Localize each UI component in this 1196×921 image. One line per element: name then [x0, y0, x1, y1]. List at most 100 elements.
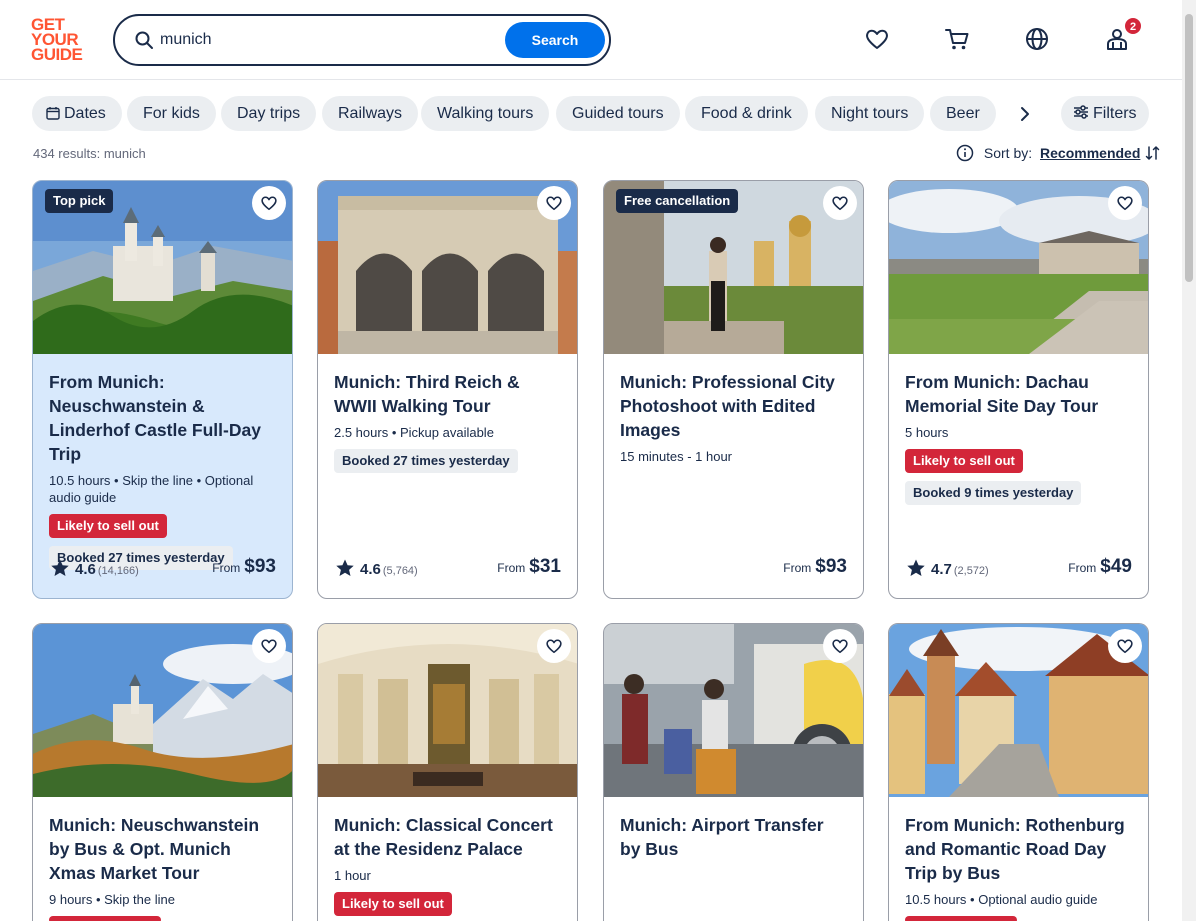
- activity-card[interactable]: Munich: Classical Concert at the Residen…: [317, 623, 578, 921]
- logo-line-3: GUIDE: [31, 45, 83, 64]
- chip-day-trips[interactable]: Day trips: [221, 96, 317, 131]
- card-meta: 15 minutes - 1 hour: [620, 449, 733, 464]
- card-title[interactable]: Munich: Airport Transfer by Bus: [620, 813, 847, 861]
- activity-card[interactable]: Free cancellation Munich: Professional C…: [603, 180, 864, 599]
- search-input[interactable]: [160, 26, 490, 54]
- getyourguide-logo[interactable]: GET YOUR GUIDE: [31, 16, 89, 64]
- review-count: (2,572): [953, 565, 989, 577]
- chip-walking-tours[interactable]: Walking tours: [421, 96, 550, 131]
- card-footer: 4.6 (14,166) From $93: [50, 556, 276, 582]
- review-count: (14,166): [97, 565, 139, 577]
- chip-night-tours[interactable]: Night tours: [815, 96, 925, 131]
- card-footer: 4.7 (2,572) From $49: [906, 556, 1132, 582]
- activity-card[interactable]: Munich: Airport Transfer by Bus: [603, 623, 864, 921]
- calendar-icon: [46, 107, 60, 120]
- activity-card[interactable]: From Munich: Rothenburg and Romantic Roa…: [888, 623, 1149, 921]
- page-scrollbar[interactable]: [1182, 0, 1196, 921]
- heart-icon: [832, 639, 848, 654]
- scrollbar-thumb[interactable]: [1185, 14, 1193, 282]
- card-title[interactable]: Munich: Third Reich & WWII Walking Tour: [334, 370, 561, 418]
- wishlist-heart-icon[interactable]: [864, 26, 890, 52]
- sort-arrows-icon[interactable]: [1144, 144, 1162, 162]
- chevron-right-icon[interactable]: [1014, 103, 1036, 125]
- wishlist-button[interactable]: [537, 629, 571, 663]
- chip-label: Food & drink: [701, 105, 792, 122]
- sort-label: Sort by:: [983, 145, 1033, 161]
- star-icon: [336, 559, 354, 576]
- activity-card[interactable]: From Munich: Dachau Memorial Site Day To…: [888, 180, 1149, 599]
- card-meta: 10.5 hours • Skip the line • Optional au…: [49, 473, 254, 505]
- filters-button[interactable]: Filters: [1061, 96, 1149, 131]
- wishlist-button[interactable]: [823, 186, 857, 220]
- info-icon[interactable]: [956, 144, 974, 162]
- activity-card[interactable]: Munich: Third Reich & WWII Walking Tour …: [317, 180, 578, 599]
- wishlist-button[interactable]: [252, 629, 286, 663]
- chip-railways[interactable]: Railways: [322, 96, 419, 131]
- chip-label: Guided tours: [572, 105, 664, 122]
- top-header: GET YOUR GUIDE Search 2: [0, 0, 1182, 80]
- chip-label: Night tours: [831, 105, 909, 122]
- partial-badge: [905, 916, 1017, 921]
- globe-icon[interactable]: [1024, 26, 1050, 52]
- chip-dates[interactable]: Dates: [32, 96, 122, 131]
- rating: 4.7 (2,572): [906, 558, 989, 578]
- card-meta: 1 hour: [334, 868, 371, 883]
- card-body: Munich: Professional City Photoshoot wit…: [604, 354, 863, 465]
- search-button[interactable]: Search: [505, 22, 605, 58]
- card-title[interactable]: Munich: Neuschwanstein by Bus & Opt. Mun…: [49, 813, 276, 885]
- star-icon: [51, 559, 69, 576]
- likely-to-sell-out-badge: Likely to sell out: [334, 892, 452, 916]
- price: From $49: [1068, 556, 1132, 578]
- cart-icon[interactable]: [944, 26, 970, 52]
- card-meta: 9 hours • Skip the line: [49, 892, 175, 907]
- wishlist-button[interactable]: [1108, 186, 1142, 220]
- card-image: [318, 181, 577, 354]
- price-amount: $93: [244, 556, 276, 577]
- card-body: Munich: Classical Concert at the Residen…: [318, 797, 577, 916]
- card-title[interactable]: Munich: Classical Concert at the Residen…: [334, 813, 561, 861]
- price-amount: $31: [529, 556, 561, 577]
- top-pick-badge: Top pick: [45, 189, 114, 213]
- card-title[interactable]: From Munich: Neuschwanstein & Linderhof …: [49, 370, 276, 466]
- filters-label: Filters: [1093, 105, 1137, 122]
- search-bar: Search: [113, 14, 611, 66]
- search-icon: [135, 31, 153, 49]
- activity-card[interactable]: Munich: Neuschwanstein by Bus & Opt. Mun…: [32, 623, 293, 921]
- card-image: Top pick: [33, 181, 292, 354]
- wishlist-button[interactable]: [823, 629, 857, 663]
- card-image: [33, 624, 292, 797]
- card-title[interactable]: Munich: Professional City Photoshoot wit…: [620, 370, 847, 442]
- card-meta: 2.5 hours • Pickup available: [334, 425, 494, 440]
- card-body: Munich: Airport Transfer by Bus: [604, 797, 863, 861]
- card-title[interactable]: From Munich: Dachau Memorial Site Day To…: [905, 370, 1132, 418]
- rating-value: 4.6: [75, 561, 96, 578]
- heart-icon: [1117, 196, 1133, 211]
- price: From $31: [497, 556, 561, 578]
- activity-card[interactable]: Top pick From Munich: Neuschwanstein & L…: [32, 180, 293, 599]
- chip-label: Dates: [64, 105, 106, 122]
- likely-to-sell-out-badge: Likely to sell out: [49, 514, 167, 538]
- rating: 4.6 (5,764): [335, 558, 418, 578]
- sort-control[interactable]: Sort by: Recommended: [956, 144, 1162, 162]
- wishlist-button[interactable]: [252, 186, 286, 220]
- card-body: From Munich: Neuschwanstein & Linderhof …: [33, 354, 292, 570]
- price-amount: $49: [1100, 556, 1132, 577]
- card-title[interactable]: From Munich: Rothenburg and Romantic Roa…: [905, 813, 1132, 885]
- chip-food-drink[interactable]: Food & drink: [685, 96, 808, 131]
- chip-label: Day trips: [237, 105, 301, 122]
- card-image: [889, 624, 1148, 797]
- card-footer: From $93: [621, 556, 847, 582]
- chip-guided-tours[interactable]: Guided tours: [556, 96, 680, 131]
- card-meta: 5 hours: [905, 425, 949, 440]
- free-cancellation-badge: Free cancellation: [616, 189, 739, 213]
- likely-to-sell-out-badge: Likely to sell out: [905, 449, 1023, 473]
- card-image: [604, 624, 863, 797]
- chip-for-kids[interactable]: For kids: [127, 96, 216, 131]
- wishlist-button[interactable]: [537, 186, 571, 220]
- wishlist-button[interactable]: [1108, 629, 1142, 663]
- chip-label: Beer: [946, 105, 980, 122]
- chip-label: For kids: [143, 105, 200, 122]
- sort-value[interactable]: Recommended: [1040, 145, 1140, 161]
- card-image: Free cancellation: [604, 181, 863, 354]
- chip-beer[interactable]: Beer: [930, 96, 996, 131]
